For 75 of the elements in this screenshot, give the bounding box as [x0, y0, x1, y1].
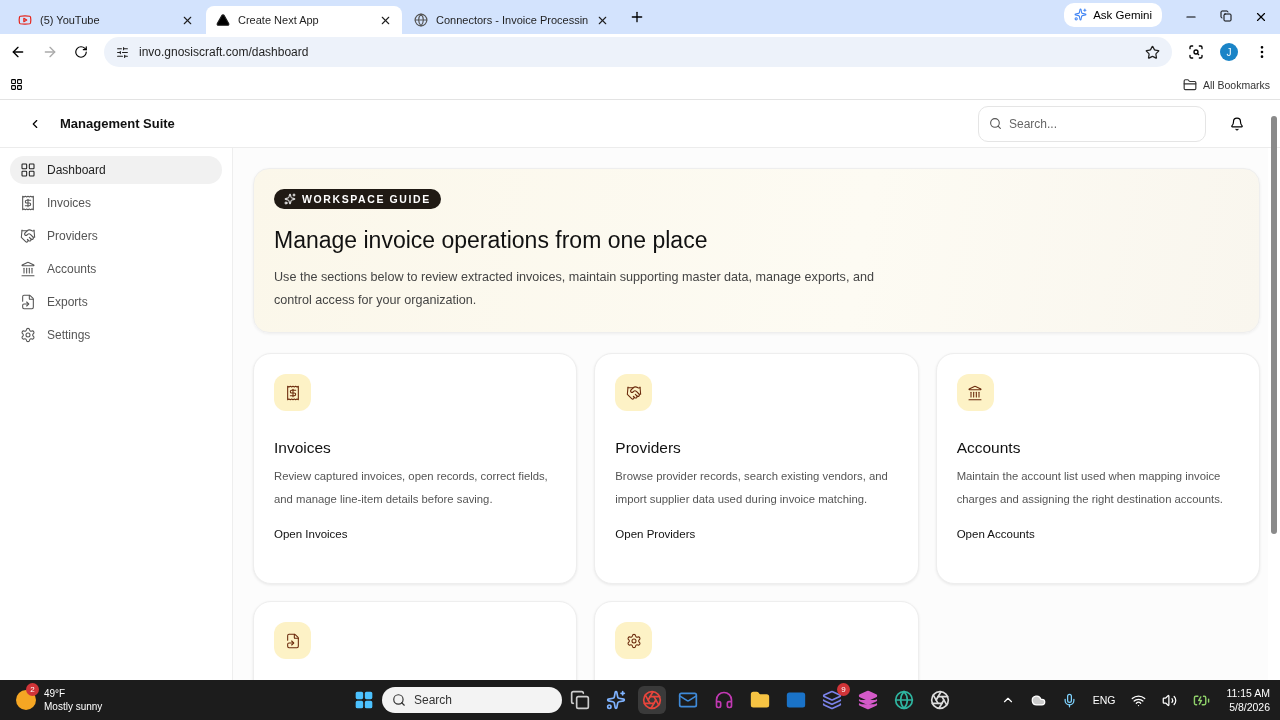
close-icon[interactable]	[1254, 10, 1268, 24]
video-icon	[18, 13, 32, 27]
triangle-icon	[216, 13, 230, 27]
workspace-guide-badge: WORKSPACE GUIDE	[274, 189, 441, 209]
file-icon	[284, 632, 301, 649]
browser-tab[interactable]: Connectors - Invoice Processin	[404, 6, 620, 34]
notification-badge: 9	[837, 683, 850, 696]
sidebar-item[interactable]: Settings	[10, 321, 222, 349]
card-description: Review captured invoices, open records, correct fields, and manage line-item details before saving.	[274, 469, 549, 507]
back-icon[interactable]	[10, 44, 26, 60]
folder-icon	[1182, 77, 1197, 92]
sun-icon	[16, 690, 36, 710]
taskbar-search[interactable]: Search	[382, 687, 562, 713]
sidebar-item[interactable]: Exports	[10, 288, 222, 316]
folder-icon	[750, 690, 770, 710]
date: 5/8/2026	[1229, 700, 1270, 714]
speaker-icon[interactable]	[1162, 692, 1178, 708]
browser-tab[interactable]: (5) YouTube	[8, 6, 204, 34]
mic-icon[interactable]	[1061, 692, 1077, 708]
address-bar[interactable]: invo.gnosiscraft.com/dashboard	[104, 37, 1172, 67]
headphones-icon	[714, 690, 734, 710]
wifi-icon[interactable]	[1131, 692, 1147, 708]
sidebar-item[interactable]: Invoices	[10, 189, 222, 217]
sidebar-item[interactable]: Accounts	[10, 255, 222, 283]
windows-icon	[354, 690, 374, 710]
guide-text: Use the sections below to review extracted invoices, maintain supporting master data, manage exports, and control access for your organization.	[274, 269, 875, 309]
page-heading: Manage invoice operations from one place	[274, 227, 708, 254]
browser-tab[interactable]: Create Next App	[206, 6, 402, 34]
star-icon[interactable]	[1145, 44, 1160, 60]
search-icon	[989, 116, 1002, 130]
bell-icon[interactable]	[1230, 116, 1244, 131]
handshake-icon	[20, 228, 36, 244]
windows-stack-icon	[570, 690, 590, 710]
language-indicator[interactable]: ENG	[1092, 694, 1116, 706]
restore-icon[interactable]	[1220, 10, 1232, 22]
sidebar-item[interactable]: Providers	[10, 222, 222, 250]
card-title: Invoices	[274, 439, 331, 457]
search-field[interactable]: Search...	[978, 105, 1206, 142]
sparkle-icon	[284, 193, 296, 205]
grid-icon	[20, 162, 36, 178]
lens-icon[interactable]	[1188, 44, 1204, 60]
card-description: Browse provider records, search existing vendors, and import supplier data used during invoice matching.	[615, 469, 889, 507]
open-link[interactable]: Open Invoices	[274, 528, 348, 540]
card-title: Providers	[615, 439, 681, 457]
weather-condition: Mostly sunny	[44, 700, 103, 713]
card-description: Maintain the account list used when mapping invoice charges and assigning the right destination accounts.	[956, 469, 1224, 507]
reload-icon[interactable]	[74, 45, 88, 59]
scrollbar-thumb[interactable]	[1271, 116, 1277, 534]
profile-avatar[interactable]: J	[1220, 43, 1238, 61]
time: 11:15 AM	[1226, 686, 1270, 700]
app-title: Management Suite	[60, 116, 175, 131]
handshake-icon	[625, 384, 642, 401]
receipt-icon	[20, 195, 36, 211]
site-info-icon[interactable]	[116, 45, 129, 59]
search-icon	[392, 693, 406, 707]
globe-icon	[414, 13, 428, 27]
bank-icon	[20, 261, 36, 277]
sidebar-item[interactable]: Dashboard	[10, 156, 222, 184]
open-link[interactable]: Open Providers	[615, 528, 696, 540]
receipt-icon	[284, 384, 301, 401]
cloud-icon[interactable]	[1030, 692, 1046, 708]
settings-icon	[625, 632, 642, 649]
card-title: Accounts	[956, 439, 1021, 457]
all-bookmarks-link[interactable]: All Bookmarks	[1182, 77, 1270, 92]
apps-icon[interactable]	[10, 78, 23, 91]
open-link[interactable]: Open Accounts	[956, 528, 1035, 540]
sparkle-icon	[606, 690, 626, 710]
ask-gemini-button[interactable]: Ask Gemini	[1064, 2, 1162, 27]
settings-icon	[20, 327, 36, 343]
notification-badge: 2	[26, 683, 39, 696]
bank-icon	[967, 384, 984, 401]
sparkle-icon	[1074, 8, 1088, 21]
file-icon	[20, 294, 36, 310]
clock[interactable]: 11:15 AM 5/8/2026	[1226, 686, 1270, 714]
temperature: 49°F	[44, 687, 67, 700]
